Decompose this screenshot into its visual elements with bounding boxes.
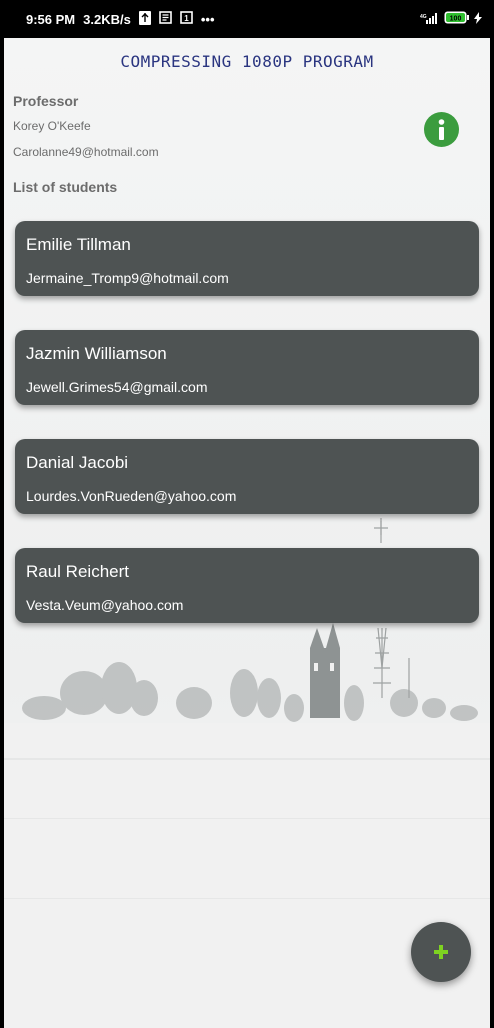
student-email: Jewell.Grimes54@gmail.com xyxy=(26,379,208,395)
professor-email: Carolanne49@hotmail.com xyxy=(13,145,159,159)
status-bar: 9:56 PM 3.2KB/s 1 ••• 4G 100 xyxy=(0,0,494,38)
more-icon: ••• xyxy=(200,11,215,27)
add-student-button[interactable] xyxy=(411,922,471,982)
professor-heading: Professor xyxy=(13,93,79,109)
student-name: Raul Reichert xyxy=(26,562,129,581)
sim-icon: 1 xyxy=(180,11,193,27)
battery-icon: 100 xyxy=(444,11,470,27)
info-button[interactable] xyxy=(424,112,459,147)
charging-icon xyxy=(474,11,482,27)
status-time: 9:56 PM xyxy=(26,11,76,27)
status-speed: 3.2KB/s xyxy=(83,11,131,27)
signal-icon: 4G xyxy=(420,12,440,27)
student-email: Lourdes.VonRueden@yahoo.com xyxy=(26,488,237,504)
news-icon xyxy=(159,11,172,27)
student-card[interactable]: Raul Reichert Vesta.Veum@yahoo.com xyxy=(15,548,479,623)
battery-level: 100 xyxy=(450,16,462,23)
student-name: Jazmin Williamson xyxy=(26,344,167,363)
info-icon xyxy=(438,119,445,140)
svg-text:4G: 4G xyxy=(420,14,427,20)
student-name: Emilie Tillman xyxy=(26,235,131,254)
svg-text:1: 1 xyxy=(184,14,189,23)
app-title: COMPRESSING 1080P PROGRAM xyxy=(120,52,374,71)
student-email: Jermaine_Tromp9@hotmail.com xyxy=(26,270,229,286)
student-card[interactable]: Jazmin Williamson Jewell.Grimes54@gmail.… xyxy=(15,330,479,405)
professor-name: Korey O'Keefe xyxy=(13,119,91,133)
student-card[interactable]: Danial Jacobi Lourdes.VonRueden@yahoo.co… xyxy=(15,439,479,514)
app-screen: COMPRESSING 1080P PROGRAM Professor Kore… xyxy=(4,38,490,1028)
students-heading: List of students xyxy=(13,179,118,195)
student-card[interactable]: Emilie Tillman Jermaine_Tromp9@hotmail.c… xyxy=(15,221,479,296)
student-name: Danial Jacobi xyxy=(26,453,129,472)
plus-icon xyxy=(434,945,448,959)
student-email: Vesta.Veum@yahoo.com xyxy=(26,597,184,613)
usb-icon xyxy=(138,10,151,28)
